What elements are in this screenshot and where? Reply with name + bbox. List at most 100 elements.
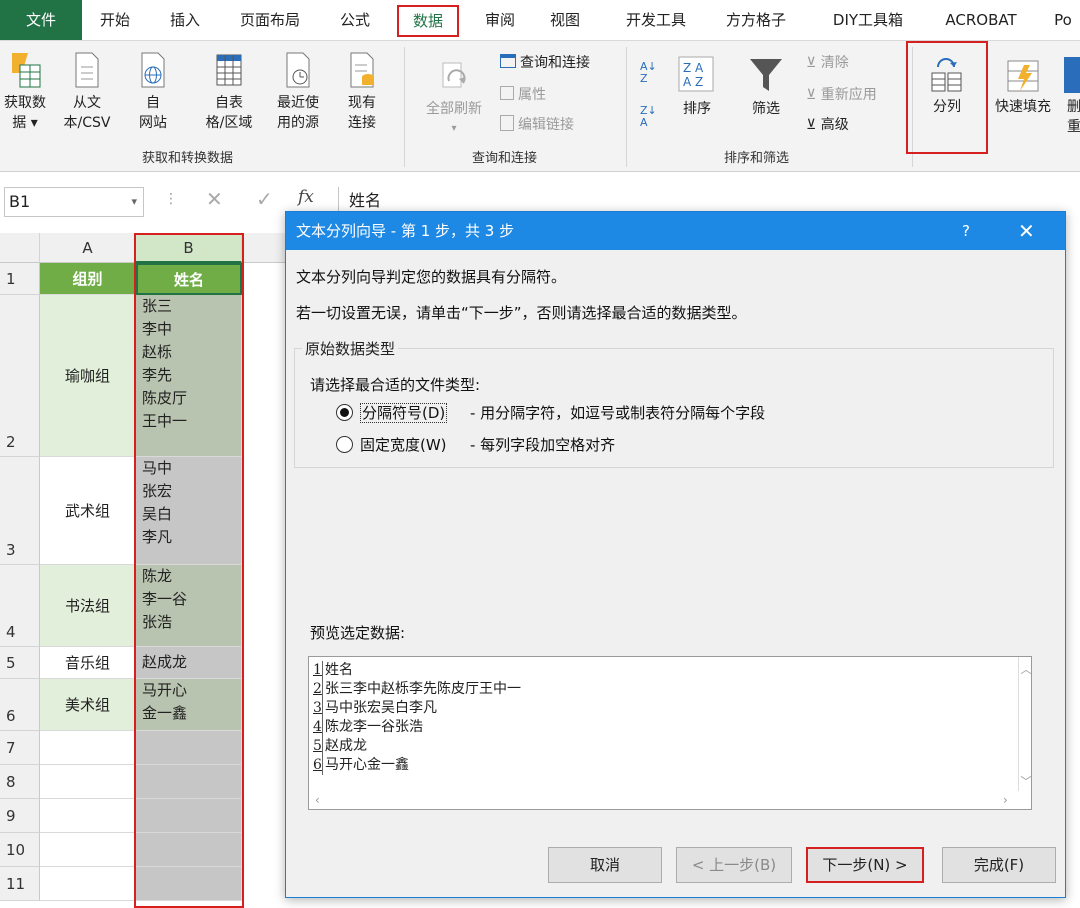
refresh-icon <box>442 62 466 88</box>
cell-group[interactable]: 瑜咖组 <box>40 295 136 457</box>
ribbon: 获取数 据 ▾ 从文 本/CSV 自 网站 自表 格/区域 最近使 用的源 现有… <box>0 40 1080 172</box>
row-header[interactable]: 9 <box>0 799 40 833</box>
text-to-columns-dialog: 文本分列向导 - 第 1 步，共 3 步 ? ✕ 文本分列向导判定您的数据具有分… <box>285 211 1066 898</box>
insert-function-icon[interactable]: fx <box>298 187 314 207</box>
get-data-icon <box>12 53 41 88</box>
cell-empty[interactable] <box>40 867 136 901</box>
clear-filter-button[interactable]: ⊻ 清除 <box>806 53 849 73</box>
ribbon-separator <box>626 47 627 167</box>
cell-group[interactable]: 武术组 <box>40 457 136 565</box>
delimited-description: - 用分隔字符，如逗号或制表符分隔每个字段 <box>470 404 766 422</box>
cell-empty[interactable] <box>40 799 136 833</box>
choose-file-type-label: 请选择最合适的文件类型: <box>310 376 481 394</box>
select-all-corner[interactable] <box>0 233 40 263</box>
ribbon-separator <box>404 47 405 167</box>
cell-group[interactable]: 音乐组 <box>40 647 136 679</box>
scroll-down-icon[interactable]: ﹀ <box>1019 773 1033 789</box>
tab-fangfang[interactable]: 方方格子 <box>714 0 798 40</box>
from-web-button[interactable]: 自 网站 <box>122 51 184 133</box>
row-header[interactable]: 11 <box>0 867 40 901</box>
scroll-up-icon[interactable]: ︿ <box>1019 661 1033 677</box>
row-header[interactable]: 1 <box>0 263 40 295</box>
cancel-button[interactable]: 取消 <box>548 847 662 883</box>
back-button[interactable]: < 上一步(B) <box>676 847 792 883</box>
preview-box[interactable]: 1 姓名 2 张三李中赵栎李先陈皮厅王中一 3 马中张宏吴白李凡 4 陈龙李一谷张浩 5… <box>308 656 1032 810</box>
preview-horizontal-scrollbar[interactable]: ‹ › <box>309 793 1018 809</box>
tab-page-layout[interactable]: 页面布局 <box>230 0 310 40</box>
delimited-radio[interactable] <box>336 404 353 421</box>
fixed-width-radio[interactable] <box>336 436 353 453</box>
column-header-c[interactable] <box>242 233 290 263</box>
text-file-icon <box>75 52 99 88</box>
confirm-edit-icon[interactable]: ✓ <box>256 187 273 211</box>
preview-vertical-scrollbar[interactable]: ︿ ﹀ <box>1018 657 1032 791</box>
tab-diy-toolbox[interactable]: DIY工具箱 <box>818 0 918 40</box>
name-box[interactable]: B1 ▾ <box>4 187 144 217</box>
advanced-filter-button[interactable]: ⊻ 高级 <box>806 115 849 135</box>
preview-label: 预览选定数据: <box>310 624 406 642</box>
cell-a1[interactable]: 组别 <box>40 263 136 295</box>
row-header[interactable]: 4 <box>0 565 40 647</box>
tab-home[interactable]: 开始 <box>90 0 140 40</box>
column-b-highlight-box <box>134 233 244 908</box>
flash-fill-button[interactable]: 快速填充 <box>988 57 1058 117</box>
existing-connections-button[interactable]: 现有 连接 <box>338 51 386 133</box>
preview-row: 3 马中张宏吴白李凡 <box>313 699 437 718</box>
reapply-button[interactable]: ⊻ 重新应用 <box>806 85 877 105</box>
row-header[interactable]: 6 <box>0 679 40 731</box>
from-text-csv-button[interactable]: 从文 本/CSV <box>56 51 118 133</box>
fixed-width-label[interactable]: 固定宽度(W) <box>360 434 447 455</box>
sort-descending-button[interactable]: Z↓ A <box>640 105 657 129</box>
tab-view[interactable]: 视图 <box>540 0 590 40</box>
recent-sources-button[interactable]: 最近使 用的源 <box>266 51 330 133</box>
cell-empty[interactable] <box>40 731 136 765</box>
column-header-a[interactable]: A <box>40 233 136 263</box>
tab-developer[interactable]: 开发工具 <box>614 0 698 40</box>
refresh-all-button[interactable]: 全部刷新 ▾ <box>416 61 492 139</box>
scroll-left-icon[interactable]: ‹ <box>315 793 320 807</box>
tab-formulas[interactable]: 公式 <box>330 0 380 40</box>
next-button[interactable]: 下一步(N) > <box>806 847 924 883</box>
flash-fill-icon <box>1007 60 1039 92</box>
tab-file[interactable]: 文件 <box>0 0 82 40</box>
more-icon: ⋮ <box>164 191 178 207</box>
scroll-right-icon[interactable]: › <box>1003 793 1008 807</box>
tab-data[interactable]: 数据 <box>397 5 459 37</box>
cell-empty[interactable] <box>40 765 136 799</box>
properties-icon <box>500 86 514 100</box>
dialog-title: 文本分列向导 - 第 1 步，共 3 步 <box>296 222 515 240</box>
finish-button[interactable]: 完成(F) <box>942 847 1056 883</box>
from-table-button[interactable]: 自表 格/区域 <box>196 51 262 133</box>
get-data-button[interactable]: 获取数 据 ▾ <box>2 51 48 133</box>
cell-group[interactable]: 美术组 <box>40 679 136 731</box>
clear-filter-icon: ⊻ <box>806 55 821 71</box>
close-icon[interactable]: ✕ <box>1018 212 1035 250</box>
queries-connections-button[interactable]: 查询和连接 <box>500 53 590 73</box>
name-box-dropdown-icon[interactable]: ▾ <box>131 188 137 216</box>
row-header[interactable]: 5 <box>0 647 40 679</box>
row-header[interactable]: 7 <box>0 731 40 765</box>
cell-empty[interactable] <box>40 833 136 867</box>
cell-group[interactable]: 书法组 <box>40 565 136 647</box>
sort-ascending-button[interactable]: A↓ Z <box>640 61 657 85</box>
tab-power[interactable]: Po <box>1046 0 1080 40</box>
fixed-width-description: - 每列字段加空格对齐 <box>470 436 616 454</box>
edit-links-button[interactable]: 编辑链接 <box>500 115 574 135</box>
properties-button[interactable]: 属性 <box>500 85 546 105</box>
filter-button[interactable]: 筛选 <box>740 55 792 119</box>
tab-insert[interactable]: 插入 <box>160 0 210 40</box>
tab-review[interactable]: 审阅 <box>475 0 525 40</box>
row-header[interactable]: 10 <box>0 833 40 867</box>
tab-acrobat[interactable]: ACROBAT <box>936 0 1026 40</box>
help-button[interactable]: ? <box>962 212 970 250</box>
row-header[interactable]: 8 <box>0 765 40 799</box>
row-header[interactable]: 3 <box>0 457 40 565</box>
remove-duplicates-button[interactable]: 删 重 <box>1064 57 1080 137</box>
cancel-edit-icon[interactable]: ✕ <box>206 187 223 211</box>
row-header[interactable]: 2 <box>0 295 40 457</box>
delimited-label[interactable]: 分隔符号(D) <box>360 402 448 423</box>
sort-button[interactable]: Z AA Z 排序 <box>674 55 720 119</box>
group-label-sort-filter: 排序和筛选 <box>724 151 790 166</box>
preview-row: 1 姓名 <box>313 661 353 680</box>
preview-row: 5 赵成龙 <box>313 737 367 756</box>
